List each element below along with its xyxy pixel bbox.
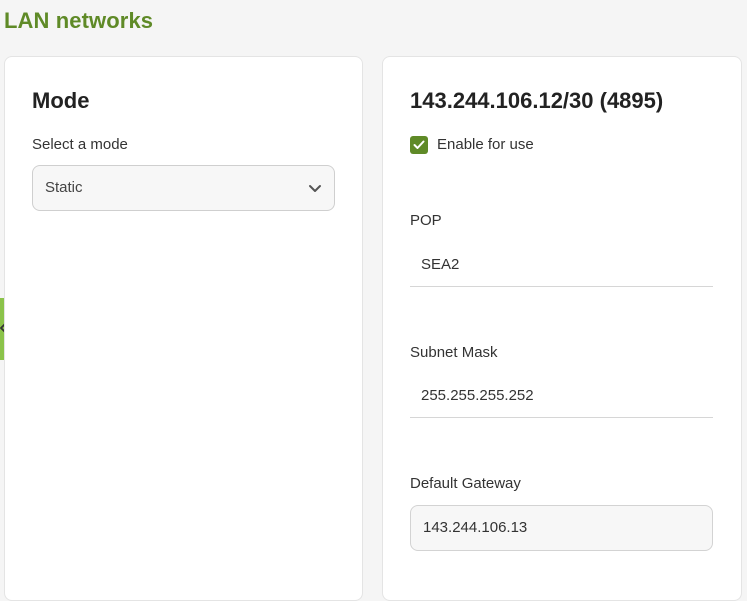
pop-divider <box>410 286 713 287</box>
mode-select[interactable]: Static <box>32 165 335 211</box>
subnet-mask-value: 255.255.255.252 <box>421 387 534 404</box>
enable-for-use-checkbox[interactable] <box>410 136 428 154</box>
subnet-mask-label: Subnet Mask <box>410 344 498 361</box>
pop-value: SEA2 <box>421 256 460 273</box>
check-icon <box>413 140 425 149</box>
subnet-mask-divider <box>410 417 713 418</box>
network-heading: 143.244.106.12/30 (4895) <box>410 88 664 113</box>
pop-label: POP <box>410 212 442 229</box>
default-gateway-label: Default Gateway <box>410 475 521 492</box>
network-card: 143.244.106.12/30 (4895) Enable for use … <box>382 56 742 601</box>
mode-select-value: Static <box>45 179 83 196</box>
chevron-down-icon <box>309 185 321 192</box>
select-mode-label: Select a mode <box>32 136 128 153</box>
default-gateway-field[interactable]: 143.244.106.13 <box>410 505 713 551</box>
mode-card: Mode Select a mode Static <box>4 56 363 601</box>
enable-for-use-label: Enable for use <box>437 136 534 153</box>
default-gateway-value: 143.244.106.13 <box>423 519 528 536</box>
mode-heading: Mode <box>32 88 90 113</box>
page-title: LAN networks <box>4 8 154 33</box>
